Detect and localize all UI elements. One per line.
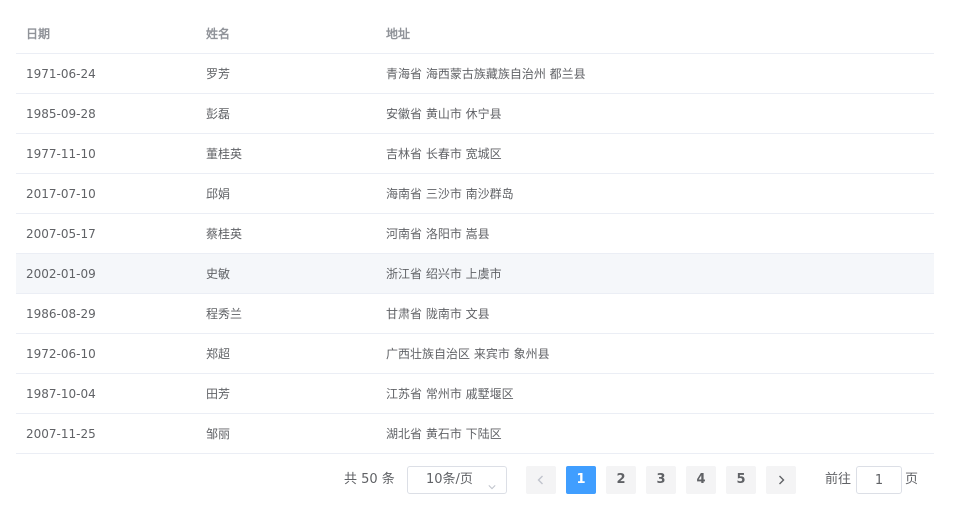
data-table: 日期 姓名 地址 1971-06-24 罗芳 青海省 海西蒙古族藏族自治州 都兰… (16, 14, 934, 454)
table-row[interactable]: 2017-07-10 邱娟 海南省 三沙市 南沙群岛 (16, 174, 934, 214)
cell-address: 江苏省 常州市 戚墅堰区 (386, 387, 514, 401)
cell-name: 邹丽 (206, 427, 231, 441)
cell-name: 邱娟 (206, 187, 231, 201)
cell-date: 2007-11-25 (26, 426, 96, 441)
cell-address: 浙江省 绍兴市 上虞市 (386, 267, 502, 281)
table-row-hovered[interactable]: 2002-01-09 史敏 浙江省 绍兴市 上虞市 (16, 254, 934, 294)
chevron-left-icon (537, 475, 543, 485)
pagination: 共 50 条 10条/页 1 2 3 4 5 前往 页 (0, 466, 962, 494)
chevron-down-icon (488, 475, 496, 490)
page-button-3[interactable]: 3 (646, 466, 676, 494)
cell-address: 海南省 三沙市 南沙群岛 (386, 187, 514, 201)
table-row[interactable]: 2007-05-17 蔡桂英 河南省 洛阳市 嵩县 (16, 214, 934, 254)
page-size-value: 10条/页 (426, 472, 473, 487)
cell-name: 史敏 (206, 267, 231, 281)
cell-address: 甘肃省 陇南市 文县 (386, 307, 490, 321)
prev-page-button[interactable] (526, 466, 556, 494)
goto-page-input[interactable] (856, 466, 902, 494)
chevron-right-icon (779, 475, 785, 485)
table-row[interactable]: 1971-06-24 罗芳 青海省 海西蒙古族藏族自治州 都兰县 (16, 54, 934, 94)
table-row[interactable]: 1987-10-04 田芳 江苏省 常州市 戚墅堰区 (16, 374, 934, 414)
cell-name: 程秀兰 (206, 307, 243, 321)
goto-label: 前往 (825, 472, 852, 487)
cell-address: 湖北省 黄石市 下陆区 (386, 427, 502, 441)
cell-name: 罗芳 (206, 67, 231, 81)
table-row[interactable]: 1977-11-10 董桂英 吉林省 长春市 宽城区 (16, 134, 934, 174)
table-row[interactable]: 1986-08-29 程秀兰 甘肃省 陇南市 文县 (16, 294, 934, 334)
cell-date: 1987-10-04 (26, 386, 96, 401)
cell-name: 董桂英 (206, 147, 243, 161)
cell-address: 广西壮族自治区 来宾市 象州县 (386, 347, 550, 361)
column-header-name: 姓名 (206, 27, 231, 41)
table-row[interactable]: 2007-11-25 邹丽 湖北省 黄石市 下陆区 (16, 414, 934, 454)
cell-name: 田芳 (206, 387, 231, 401)
cell-date: 1977-11-10 (26, 146, 96, 161)
cell-address: 安徽省 黄山市 休宁县 (386, 107, 502, 121)
column-header-address: 地址 (386, 27, 411, 41)
table-row[interactable]: 1985-09-28 彭磊 安徽省 黄山市 休宁县 (16, 94, 934, 134)
cell-date: 1972-06-10 (26, 346, 96, 361)
cell-date: 2017-07-10 (26, 186, 96, 201)
page-button-1[interactable]: 1 (566, 466, 596, 494)
cell-name: 蔡桂英 (206, 227, 243, 241)
next-page-button[interactable] (766, 466, 796, 494)
table-row[interactable]: 1972-06-10 郑超 广西壮族自治区 来宾市 象州县 (16, 334, 934, 374)
cell-address: 吉林省 长春市 宽城区 (386, 147, 502, 161)
page-button-4[interactable]: 4 (686, 466, 716, 494)
cell-name: 彭磊 (206, 107, 231, 121)
page-size-select[interactable]: 10条/页 (407, 466, 507, 494)
cell-date: 2002-01-09 (26, 266, 96, 281)
table-header-row: 日期 姓名 地址 (16, 14, 934, 54)
cell-date: 1986-08-29 (26, 306, 96, 321)
cell-date: 1971-06-24 (26, 66, 96, 81)
page-button-5[interactable]: 5 (726, 466, 756, 494)
cell-date: 1985-09-28 (26, 106, 96, 121)
page-button-2[interactable]: 2 (606, 466, 636, 494)
cell-name: 郑超 (206, 347, 231, 361)
page-unit-label: 页 (905, 472, 919, 487)
cell-date: 2007-05-17 (26, 226, 96, 241)
column-header-date: 日期 (26, 27, 51, 41)
cell-address: 河南省 洛阳市 嵩县 (386, 227, 490, 241)
total-count: 共 50 条 (344, 472, 395, 487)
cell-address: 青海省 海西蒙古族藏族自治州 都兰县 (386, 67, 586, 81)
